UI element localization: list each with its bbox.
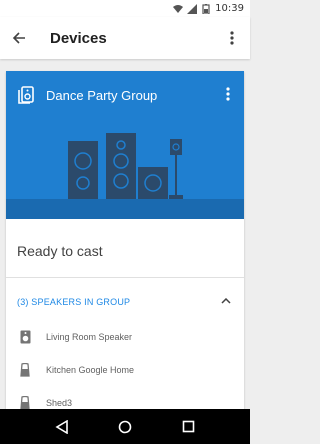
page-title: Devices: [50, 29, 107, 47]
content-area: Dance Party Group Ready to cast (3) SPEA…: [0, 59, 250, 409]
nav-home-button[interactable]: [113, 415, 137, 439]
home-circle-icon: [118, 420, 132, 433]
arrow-back-icon: [12, 32, 25, 44]
more-vert-icon: [226, 87, 230, 101]
more-vert-icon: [230, 31, 234, 45]
back-triangle-icon: [55, 419, 68, 434]
back-button[interactable]: [0, 17, 38, 59]
speakers-section-header[interactable]: (3) SPEAKERS IN GROUP: [17, 297, 130, 307]
google-home-icon: [18, 362, 32, 378]
group-card-header[interactable]: Dance Party Group: [6, 71, 244, 219]
divider: [6, 277, 244, 278]
speakers-illustration: [6, 133, 244, 219]
chevron-up-icon: [221, 298, 231, 304]
group-title: Dance Party Group: [46, 88, 158, 103]
status-time: 10:39: [215, 3, 244, 14]
collapse-button[interactable]: [218, 293, 234, 309]
google-home-icon: [18, 395, 32, 409]
recents-square-icon: [182, 420, 195, 433]
speaker-row-living-room[interactable]: Living Room Speaker: [6, 322, 244, 352]
nav-back-button[interactable]: [50, 415, 74, 439]
signal-icon: [187, 3, 198, 14]
battery-icon: [202, 3, 210, 14]
speaker-name: Shed3: [46, 398, 73, 408]
speaker-icon: [18, 329, 32, 345]
app-bar: Devices: [0, 17, 250, 59]
speaker-group-icon: [18, 86, 34, 104]
speaker-name: Kitchen Google Home: [46, 365, 135, 375]
system-nav-bar: [0, 409, 250, 444]
wifi-icon: [173, 4, 184, 13]
overflow-menu-button[interactable]: [220, 25, 244, 51]
group-menu-button[interactable]: [218, 83, 238, 105]
speaker-name: Living Room Speaker: [46, 332, 133, 342]
group-card: Dance Party Group Ready to cast (3) SPEA…: [6, 71, 244, 409]
speaker-row-shed3[interactable]: Shed3: [6, 388, 244, 409]
nav-recents-button[interactable]: [176, 415, 200, 439]
status-bar: 10:39: [0, 0, 250, 17]
cast-status: Ready to cast: [17, 243, 103, 259]
speaker-row-kitchen[interactable]: Kitchen Google Home: [6, 355, 244, 385]
